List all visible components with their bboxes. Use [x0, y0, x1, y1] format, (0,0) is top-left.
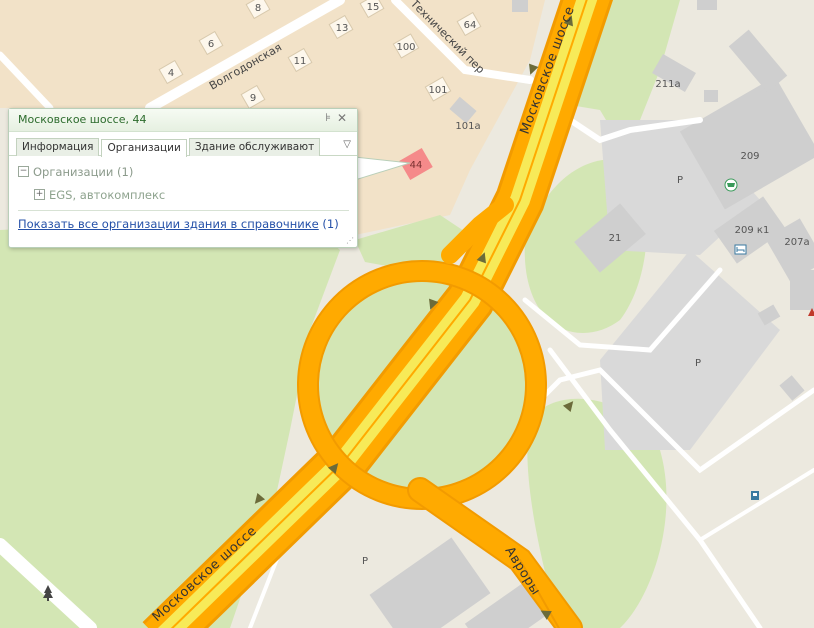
building [697, 0, 717, 10]
map-canvas[interactable]: Московское шоссе Московское шоссе Авроры… [0, 0, 814, 628]
popup-title: Московское шоссе, 44 [18, 113, 147, 126]
house-number: 11 [294, 56, 307, 67]
building [512, 0, 528, 12]
house-number: 21 [609, 233, 622, 244]
house-number: 15 [367, 2, 380, 13]
bus-stop-icon[interactable] [751, 491, 759, 500]
tree-item-row[interactable]: + EGS, автокомплекс [18, 185, 357, 208]
show-all-organizations-link[interactable]: Показать все организации здания в справо… [18, 217, 319, 231]
house-number: 207а [784, 237, 809, 248]
expand-icon[interactable]: + [34, 189, 45, 200]
parking-label: P [362, 556, 368, 567]
popup-tabs: Информация Организации Здание обслуживают … [9, 132, 357, 157]
tree-group-label: Организации (1) [33, 165, 134, 179]
house-number: 100 [396, 42, 415, 53]
collapse-icon[interactable]: − [18, 166, 29, 177]
resize-handle-icon[interactable]: ⋰ [346, 236, 354, 245]
parking-label: P [695, 358, 701, 369]
house-number: 209 к1 [735, 225, 770, 236]
organization-name[interactable]: EGS, автокомплекс [49, 188, 165, 202]
house-number: 101а [455, 121, 480, 132]
shop-icon[interactable] [724, 178, 738, 192]
house-number: 101 [428, 85, 447, 96]
house-number: 13 [336, 23, 349, 34]
popup-header: Московское шоссе, 44 ⊧ ✕ [9, 109, 357, 132]
tree-group-row: − Организации (1) [18, 162, 357, 185]
house-number: 64 [464, 20, 477, 31]
organizations-tree: − Организации (1) + EGS, автокомплекс [9, 156, 357, 208]
tabs-menu-icon[interactable]: ▽ [343, 139, 351, 150]
parking-label: P [677, 175, 683, 186]
building [790, 270, 814, 310]
hotel-icon[interactable] [734, 244, 747, 255]
house-number: 209 [740, 151, 759, 162]
building [704, 90, 718, 102]
house-number: 44 [410, 160, 423, 171]
building-info-popup: Московское шоссе, 44 ⊧ ✕ Информация Орган… [8, 108, 358, 248]
tab-building-services[interactable]: Здание обслуживают [188, 138, 321, 156]
close-icon[interactable]: ✕ [337, 111, 347, 125]
house-number: 6 [208, 39, 214, 50]
tab-organizations[interactable]: Организации [101, 139, 187, 157]
house-number: 4 [168, 68, 174, 79]
house-number: 9 [250, 93, 256, 104]
pin-icon[interactable]: ⊧ [325, 111, 331, 124]
organizations-count: (1) [322, 217, 339, 231]
house-number: 211а [655, 79, 680, 90]
tab-info[interactable]: Информация [16, 138, 100, 156]
house-number: 8 [255, 3, 261, 14]
popup-footer: Показать все организации здания в справо… [9, 211, 357, 231]
